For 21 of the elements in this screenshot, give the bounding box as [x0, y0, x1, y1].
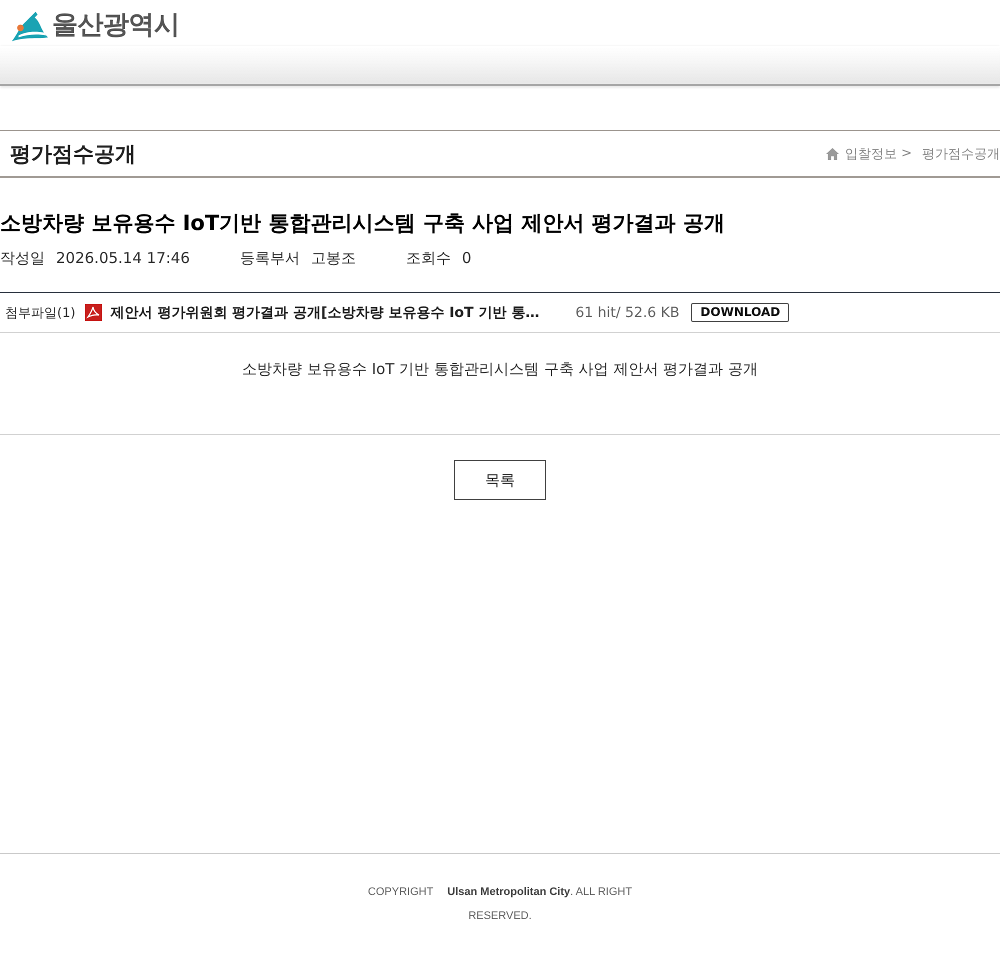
post-title: 소방차량 보유용수 IoT기반 통합관리시스템 구축 사업 제안서 평가결과 공개 [0, 210, 726, 237]
mountain-wave-logo-icon [10, 10, 48, 42]
copyright-label: COPYRIGHT [368, 886, 434, 898]
meta-value: 0 [462, 249, 472, 268]
file-stats: 61 hit/ 52.6 KB [575, 304, 680, 320]
logo-text[interactable]: 울산광역시 [52, 9, 180, 41]
meta-label: 등록부서 [240, 249, 300, 268]
copyright-text: Ulsan Metropolitan City. ALL RIGHT RESERVED. [447, 886, 632, 922]
breadcrumb-separator: > [901, 146, 912, 161]
meta-label: 조회수 [406, 249, 451, 268]
list-button[interactable]: 목록 [454, 460, 546, 500]
download-button[interactable]: DOWNLOAD [691, 303, 790, 322]
home-icon[interactable] [826, 148, 840, 160]
meta-label: 작성일 [0, 249, 45, 268]
meta-value: 고봉조 [310, 249, 356, 268]
page-title: 평가점수공개 [10, 140, 136, 168]
pdf-file-icon [85, 304, 102, 321]
attachment-label: 첨부파일(1) [5, 304, 76, 322]
post-body-text: 소방차량 보유용수 IoT 기반 통합관리시스템 구축 사업 제안서 평가결과 공개 [242, 360, 758, 379]
attachment-file-link[interactable]: 제안서 평가위원회 평가결과 공개[소방차량 보유용수 IoT 기반 통… [110, 304, 540, 322]
meta-value: 2026.05.14 17:46 [56, 249, 190, 268]
